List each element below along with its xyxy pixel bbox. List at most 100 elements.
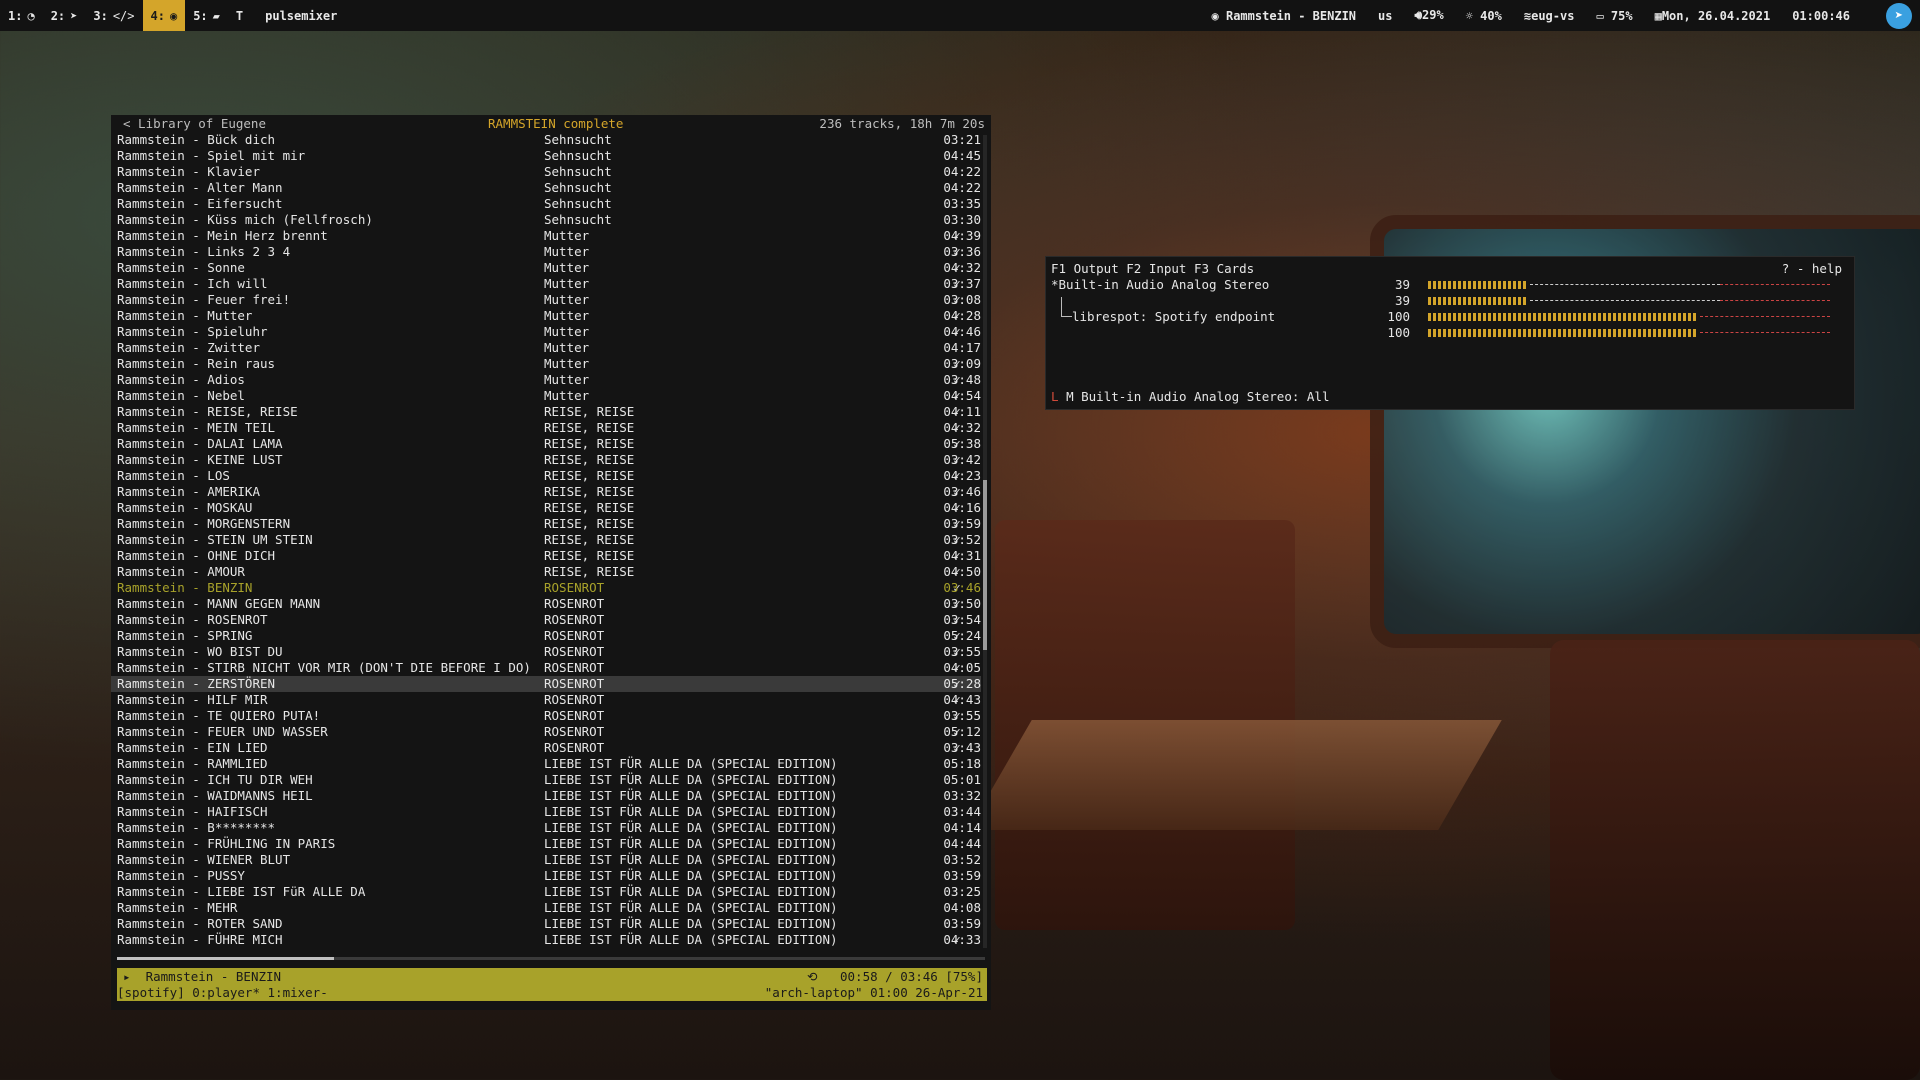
track-title: Rammstein - OHNE DICH — [117, 548, 276, 563]
track-album: LIEBE IST FÜR ALLE DA (SPECIAL EDITION) — [544, 756, 838, 771]
track-row[interactable]: Rammstein - MANN GEGEN MANN ROSENROT ✓ 03:5… — [111, 596, 981, 612]
telegram-tray-icon[interactable]: ➤ — [1886, 3, 1912, 29]
track-row[interactable]: Rammstein - B******** LIEBE IST FÜR ALLE … — [111, 820, 981, 836]
clock: 01:00:46 — [1792, 8, 1850, 23]
track-duration: 03:46 — [943, 484, 981, 499]
track-row[interactable]: Rammstein - ROSENROT ROSENROT ✓ 03:54 — [111, 612, 981, 628]
track-duration: 04:11 — [943, 404, 981, 419]
workspace-1[interactable]: 1: ◔ — [0, 0, 43, 31]
track-row[interactable]: Rammstein - ZERSTÖREN ROSENROT ✓ 05:28 — [111, 676, 981, 692]
track-row[interactable]: Rammstein - Mutter Mutter ✓ 04:28 — [111, 308, 981, 324]
track-row[interactable]: Rammstein - RAMMLIED LIEBE IST FÜR ALLE D… — [111, 756, 981, 772]
track-album: Mutter — [544, 244, 590, 259]
track-row[interactable]: Rammstein - LIEBE IST FüR ALLE DA LIEBE I… — [111, 884, 981, 900]
track-duration: 03:52 — [943, 852, 981, 867]
track-row[interactable]: Rammstein - ROTER SAND LIEBE IST FÜR ALLE… — [111, 916, 981, 932]
track-row[interactable]: Rammstein - Ich will Mutter ✓ 03:37 — [111, 276, 981, 292]
track-row[interactable]: Rammstein - Zwitter Mutter 04:17 — [111, 340, 981, 356]
track-row[interactable]: Rammstein - AMOUR REISE, REISE ✓ 04:50 — [111, 564, 981, 580]
sink-input[interactable]: librespot: Spotify endpoint — [1072, 309, 1275, 324]
track-duration: 03:32 — [943, 788, 981, 803]
track-duration: 04:17 — [943, 340, 981, 355]
track-row[interactable]: Rammstein - Bück dich Sehnsucht 03:21 — [111, 132, 981, 148]
workspace-5[interactable]: 5: ▰ — [185, 0, 228, 31]
track-duration: 03:25 — [943, 884, 981, 899]
mixer-tabs[interactable]: F1 Output F2 Input F3 Cards — [1051, 261, 1254, 276]
track-row[interactable]: Rammstein - Nebel Mutter ✓ 04:54 — [111, 388, 981, 404]
scrollbar[interactable] — [983, 135, 987, 948]
track-duration: 04:31 — [943, 548, 981, 563]
lock-flag[interactable]: L — [1051, 389, 1059, 404]
track-row[interactable]: Rammstein - DALAI LAMA REISE, REISE ✓ 05:38 — [111, 436, 981, 452]
track-row[interactable]: Rammstein - Küss mich (Fellfrosch) Sehnsu… — [111, 212, 981, 228]
wifi-status[interactable]: ≋eug-vs — [1524, 9, 1575, 23]
track-row[interactable]: Rammstein - BENZIN ROSENROT ✓ 03:46 — [111, 580, 981, 596]
track-row[interactable]: Rammstein - WO BIST DU ROSENROT ✓ 03:55 — [111, 644, 981, 660]
tmux-windows[interactable]: [spotify] 0:player* 1:mixer- — [117, 984, 328, 1001]
volume-bar[interactable] — [1418, 312, 1830, 322]
track-row[interactable]: Rammstein - Feuer frei! Mutter ✓ 03:08 — [111, 292, 981, 308]
library-back-link[interactable]: < Library of Eugene — [123, 115, 266, 132]
track-row[interactable]: Rammstein - SPRING ROSENROT ✓ 05:24 — [111, 628, 981, 644]
track-row[interactable]: Rammstein - EIN LIED ROSENROT ✓ 03:43 — [111, 740, 981, 756]
repeat-icon[interactable]: ⟲ — [807, 969, 817, 984]
track-row[interactable]: Rammstein - Spiel mit mir Sehnsucht 04:45 — [111, 148, 981, 164]
track-row[interactable]: Rammstein - AMERIKA REISE, REISE ✓ 03:46 — [111, 484, 981, 500]
track-row[interactable]: Rammstein - WAIDMANNS HEIL LIEBE IST FÜR … — [111, 788, 981, 804]
track-album: ROSENROT — [544, 724, 605, 739]
volume-bar[interactable] — [1418, 328, 1830, 338]
track-row[interactable]: Rammstein - Mein Herz brennt Mutter ✓ 04:39 — [111, 228, 981, 244]
track-duration: 05:38 — [943, 436, 981, 451]
track-album: Mutter — [544, 388, 590, 403]
track-row[interactable]: Rammstein - REISE, REISE REISE, REISE ✓ 04:… — [111, 404, 981, 420]
track-row[interactable]: Rammstein - ICH TU DIR WEH LIEBE IST FÜR … — [111, 772, 981, 788]
mute-flag[interactable]: M — [1066, 389, 1074, 404]
track-row[interactable]: Rammstein - Rein raus Mutter ✓ 03:09 — [111, 356, 981, 372]
track-row[interactable]: Rammstein - Adios Mutter ✓ 03:48 — [111, 372, 981, 388]
track-duration: 04:16 — [943, 500, 981, 515]
track-row[interactable]: Rammstein - FÜHRE MICH LIEBE IST FÜR ALLE… — [111, 932, 981, 948]
track-row[interactable]: Rammstein - HILF MIR ROSENROT ✓ 04:43 — [111, 692, 981, 708]
track-duration: 03:30 — [943, 212, 981, 227]
output-device[interactable]: *Built-in Audio Analog Stereo — [1051, 277, 1269, 292]
track-row[interactable]: Rammstein - Eifersucht Sehnsucht 03:35 — [111, 196, 981, 212]
keyboard-layout[interactable]: us — [1378, 9, 1392, 23]
track-row[interactable]: Rammstein - KEINE LUST REISE, REISE ✓ 03:42 — [111, 452, 981, 468]
scrollbar-thumb[interactable] — [983, 480, 987, 650]
workspace-1-icon: ◔ — [27, 8, 35, 23]
track-row[interactable]: Rammstein - STIRB NICHT VOR MIR (DON'T D… — [111, 660, 981, 676]
now-playing-status[interactable]: ◉ Rammstein - BENZIN — [1212, 9, 1357, 23]
track-row[interactable]: Rammstein - MORGENSTERN REISE, REISE ✓ 03:5… — [111, 516, 981, 532]
track-row[interactable]: Rammstein - Klavier Sehnsucht 04:22 — [111, 164, 981, 180]
workspace-2[interactable]: 2: ➤ — [43, 0, 86, 31]
track-row[interactable]: Rammstein - Sonne Mutter ✓ 04:32 — [111, 260, 981, 276]
track-row[interactable]: Rammstein - Links 2 3 4 Mutter ✓ 03:36 — [111, 244, 981, 260]
track-row[interactable]: Rammstein - FEUER UND WASSER ROSENROT ✓ 05:… — [111, 724, 981, 740]
track-row[interactable]: Rammstein - TE QUIERO PUTA! ROSENROT ✓ 03:5… — [111, 708, 981, 724]
volume-bar[interactable] — [1418, 280, 1830, 290]
track-row[interactable]: Rammstein - OHNE DICH REISE, REISE ✓ 04:31 — [111, 548, 981, 564]
track-row[interactable]: Rammstein - LOS REISE, REISE ✓ 04:23 — [111, 468, 981, 484]
track-row[interactable]: Rammstein - MOSKAU REISE, REISE ✓ 04:16 — [111, 500, 981, 516]
workspace-2-icon: ➤ — [70, 8, 78, 23]
brightness-status[interactable]: ☼ 40% — [1466, 9, 1502, 23]
track-duration: 03:35 — [943, 196, 981, 211]
track-title: Rammstein - FRÜHLING IN PARIS — [117, 836, 336, 851]
track-row[interactable]: Rammstein - MEHR LIEBE IST FÜR ALLE DA (S… — [111, 900, 981, 916]
track-title: Rammstein - Bück dich — [117, 132, 276, 147]
track-row[interactable]: Rammstein - Spieluhr Mutter ✓ 04:46 — [111, 324, 981, 340]
volume-bar[interactable] — [1418, 296, 1830, 306]
volume-status[interactable]: 🔊︎29% — [1414, 8, 1443, 23]
track-row[interactable]: Rammstein - WIENER BLUT LIEBE IST FÜR ALL… — [111, 852, 981, 868]
track-album: REISE, REISE — [544, 452, 635, 467]
workspace-4[interactable]: 4: ◉ — [142, 0, 186, 31]
track-album: LIEBE IST FÜR ALLE DA (SPECIAL EDITION) — [544, 900, 838, 915]
workspace-3[interactable]: 3: </> — [85, 0, 142, 31]
playback-progress[interactable] — [117, 957, 985, 960]
track-row[interactable]: Rammstein - Alter Mann Sehnsucht 04:22 — [111, 180, 981, 196]
track-row[interactable]: Rammstein - MEIN TEIL REISE, REISE ✓ 04:32 — [111, 420, 981, 436]
track-row[interactable]: Rammstein - STEIN UM STEIN REISE, REISE ✓ 0… — [111, 532, 981, 548]
track-row[interactable]: Rammstein - PUSSY LIEBE IST FÜR ALLE DA (… — [111, 868, 981, 884]
track-row[interactable]: Rammstein - FRÜHLING IN PARIS LIEBE IST F… — [111, 836, 981, 852]
track-row[interactable]: Rammstein - HAIFISCH LIEBE IST FÜR ALLE D… — [111, 804, 981, 820]
